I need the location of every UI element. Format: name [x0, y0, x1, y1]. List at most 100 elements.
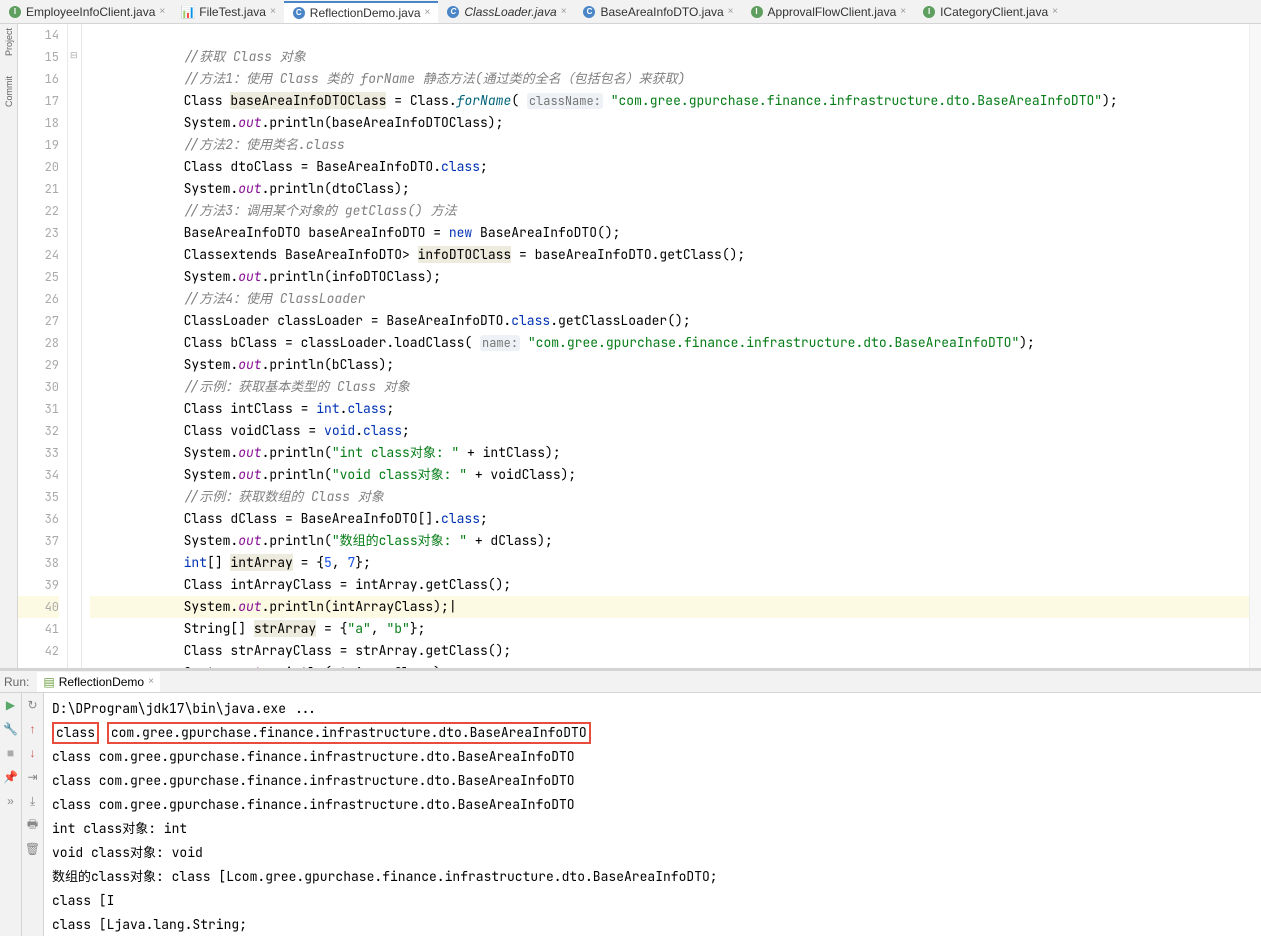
run-panel-label: Run:: [4, 675, 29, 689]
code-line[interactable]: System.out.println(baseAreaInfoDTOClass)…: [90, 112, 1249, 134]
close-icon[interactable]: ×: [900, 6, 906, 17]
line-number: 37: [18, 530, 59, 552]
line-number: 41: [18, 618, 59, 640]
editor-tab[interactable]: IICategoryClient.java×: [914, 1, 1066, 23]
code-line[interactable]: System.out.println(bClass);: [90, 354, 1249, 376]
stop-icon[interactable]: ■: [3, 745, 19, 761]
line-number: 29: [18, 354, 59, 376]
tab-label: ReflectionDemo.java: [310, 6, 421, 20]
console-line: class com.gree.gpurchase.finance.infrast…: [52, 721, 1253, 745]
project-tool-label[interactable]: Project: [4, 28, 14, 56]
print-icon[interactable]: 🖶: [25, 817, 41, 833]
line-number: 31: [18, 398, 59, 420]
trash-icon[interactable]: 🗑: [25, 841, 41, 857]
code-line[interactable]: System.out.println(strArrayClass);: [90, 662, 1249, 668]
code-line[interactable]: Class dtoClass = BaseAreaInfoDTO.class;: [90, 156, 1249, 178]
code-line[interactable]: System.out.println(intArrayClass);: [90, 596, 1249, 618]
code-line[interactable]: System.out.println("数组的class对象: " + dCla…: [90, 530, 1249, 552]
code-editor[interactable]: //获取 Class 对象 //方法1：使用 Class 类的 forName …: [82, 24, 1249, 668]
close-icon[interactable]: ×: [425, 7, 431, 18]
line-number: 35: [18, 486, 59, 508]
tab-label: EmployeeInfoClient.java: [26, 5, 155, 19]
code-line[interactable]: String[] strArray = {"a", "b"};: [90, 618, 1249, 640]
code-line[interactable]: //方法2：使用类名.class: [90, 134, 1249, 156]
down-arrow-icon[interactable]: ↓: [25, 745, 41, 761]
run-tab-label: ReflectionDemo: [59, 675, 144, 689]
line-number: 43: [18, 662, 59, 668]
code-line[interactable]: //方法4：使用 ClassLoader: [90, 288, 1249, 310]
tab-label: ICategoryClient.java: [940, 5, 1048, 19]
interface-icon: I: [750, 5, 764, 19]
editor-tab[interactable]: CClassLoader.java×: [438, 1, 574, 23]
line-number: 30: [18, 376, 59, 398]
console-line: class [I: [52, 889, 1253, 913]
tab-label: BaseAreaInfoDTO.java: [600, 5, 723, 19]
code-line[interactable]: Class bClass = classLoader.loadClass( na…: [90, 332, 1249, 354]
line-number: 16: [18, 68, 59, 90]
close-icon[interactable]: ×: [1052, 6, 1058, 17]
line-number: 38: [18, 552, 59, 574]
code-line[interactable]: //方法1：使用 Class 类的 forName 静态方法(通过类的全名（包括…: [90, 68, 1249, 90]
close-icon[interactable]: ×: [728, 6, 734, 17]
editor-tab[interactable]: IApprovalFlowClient.java×: [742, 1, 915, 23]
console-line: class com.gree.gpurchase.finance.infrast…: [52, 769, 1253, 793]
rerun-icon[interactable]: ▶: [3, 697, 19, 713]
code-line[interactable]: Class voidClass = void.class;: [90, 420, 1249, 442]
close-icon[interactable]: ×: [561, 6, 567, 17]
scroll-end-icon[interactable]: ⤓: [25, 793, 41, 809]
line-number: 15: [18, 46, 59, 68]
code-line[interactable]: Class intClass = int.class;: [90, 398, 1249, 420]
line-number: 26: [18, 288, 59, 310]
editor-scrollbar[interactable]: [1249, 24, 1261, 668]
code-line[interactable]: ClassLoader classLoader = BaseAreaInfoDT…: [90, 310, 1249, 332]
code-line[interactable]: Classextends BaseAreaInfoDTO> infoDTOCla…: [90, 244, 1249, 266]
console-line: 数组的class对象: class [Lcom.gree.gpurchase.f…: [52, 865, 1253, 889]
wrench-icon[interactable]: 🔧: [3, 721, 19, 737]
code-line[interactable]: System.out.println("void class对象: " + vo…: [90, 464, 1249, 486]
code-line[interactable]: Class strArrayClass = strArray.getClass(…: [90, 640, 1249, 662]
code-line[interactable]: int[] intArray = {5, 7};: [90, 552, 1249, 574]
code-line[interactable]: //示例：获取数组的 Class 对象: [90, 486, 1249, 508]
code-line[interactable]: //示例：获取基本类型的 Class 对象: [90, 376, 1249, 398]
line-number: 24: [18, 244, 59, 266]
run-config-icon: ▤: [43, 675, 54, 689]
commit-tool-label[interactable]: Commit: [4, 76, 14, 107]
reload-icon[interactable]: ↻: [25, 697, 41, 713]
editor-tab[interactable]: 📊FileTest.java×: [173, 1, 284, 23]
code-line[interactable]: System.out.println(dtoClass);: [90, 178, 1249, 200]
code-line[interactable]: //获取 Class 对象: [90, 46, 1249, 68]
code-line[interactable]: [90, 24, 1249, 46]
line-number: 23: [18, 222, 59, 244]
line-number: 18: [18, 112, 59, 134]
editor-tab[interactable]: CReflectionDemo.java×: [284, 1, 439, 23]
fold-minus-icon[interactable]: ⊟: [70, 50, 78, 61]
close-icon[interactable]: ×: [159, 6, 165, 17]
code-line[interactable]: BaseAreaInfoDTO baseAreaInfoDTO = new Ba…: [90, 222, 1249, 244]
console-line: void class对象: void: [52, 841, 1253, 865]
editor-tab[interactable]: CBaseAreaInfoDTO.java×: [574, 1, 741, 23]
close-icon[interactable]: ×: [270, 6, 276, 17]
run-output[interactable]: D:\DProgram\jdk17\bin\java.exe ...class …: [44, 693, 1261, 936]
code-line[interactable]: Class dClass = BaseAreaInfoDTO[].class;: [90, 508, 1249, 530]
run-toolbar-left: ▶ 🔧 ■ 📌 »: [0, 693, 22, 936]
code-line[interactable]: System.out.println(infoDTOClass);: [90, 266, 1249, 288]
console-line: D:\DProgram\jdk17\bin\java.exe ...: [52, 697, 1253, 721]
line-number: 14: [18, 24, 59, 46]
console-line: class com.gree.gpurchase.finance.infrast…: [52, 745, 1253, 769]
code-line[interactable]: Class baseAreaInfoDTOClass = Class.forNa…: [90, 90, 1249, 112]
run-tab[interactable]: ▤ ReflectionDemo ×: [37, 672, 160, 692]
editor-tab[interactable]: IEmployeeInfoClient.java×: [0, 1, 173, 23]
code-line[interactable]: System.out.println("int class对象: " + int…: [90, 442, 1249, 464]
console-line: class com.gree.gpurchase.finance.infrast…: [52, 793, 1253, 817]
up-arrow-icon[interactable]: ↑: [25, 721, 41, 737]
line-number: 22: [18, 200, 59, 222]
code-line[interactable]: Class intArrayClass = intArray.getClass(…: [90, 574, 1249, 596]
pin-icon[interactable]: 📌: [3, 769, 19, 785]
line-number: 25: [18, 266, 59, 288]
close-icon[interactable]: ×: [148, 676, 154, 687]
code-line[interactable]: //方法3：调用某个对象的 getClass() 方法: [90, 200, 1249, 222]
run-toolbar-inner: ↻ ↑ ↓ ⇥ ⤓ 🖶 🗑: [22, 693, 44, 936]
soft-wrap-icon[interactable]: ⇥: [25, 769, 41, 785]
line-number-gutter: 1415161718192021222324252627282930313233…: [18, 24, 68, 668]
expand-icon[interactable]: »: [3, 793, 19, 809]
